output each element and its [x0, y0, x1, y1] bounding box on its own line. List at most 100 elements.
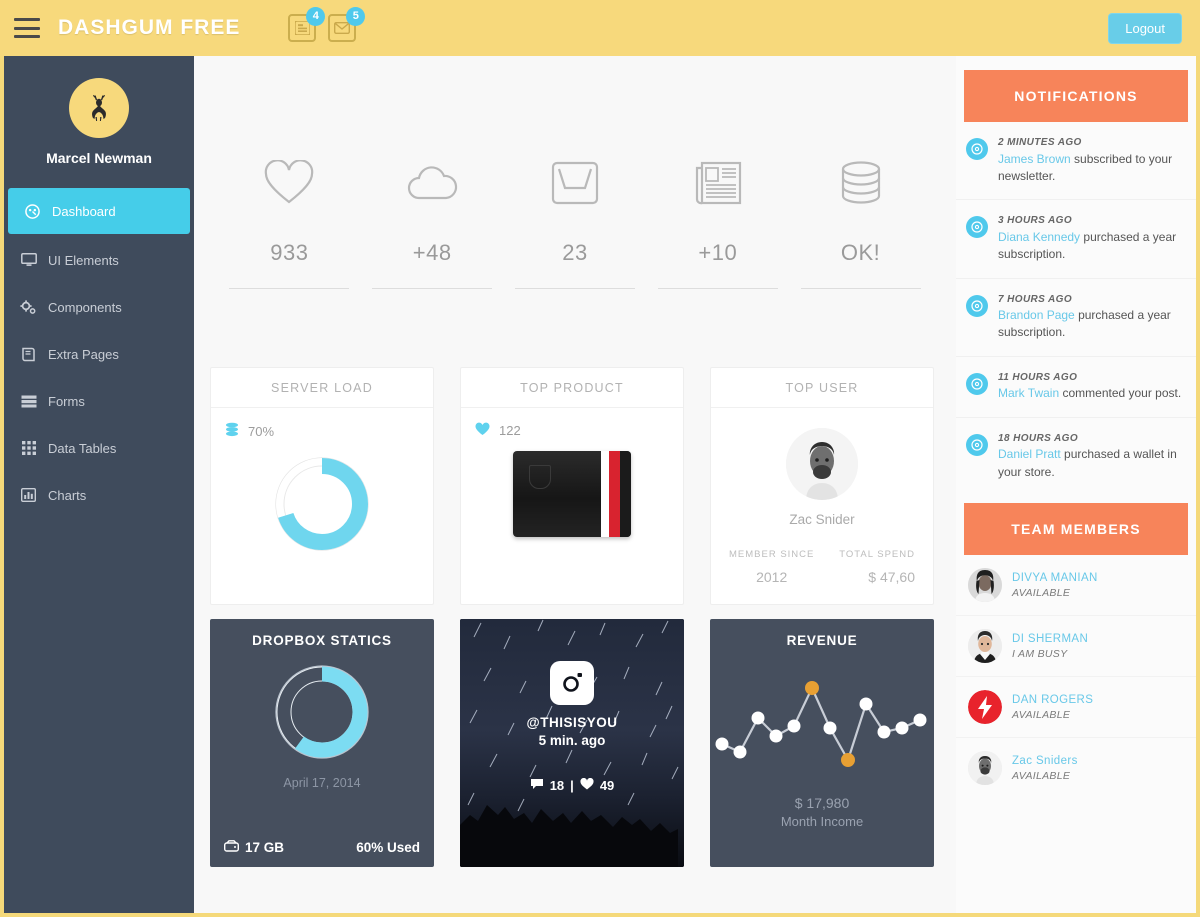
sidebar-item-components[interactable]: Components	[4, 286, 194, 328]
avatar[interactable]	[69, 78, 129, 138]
sidebar-item-ui-elements[interactable]: UI Elements	[4, 239, 194, 281]
instagram-icon[interactable]	[550, 661, 594, 705]
clock-icon	[966, 216, 988, 239]
notification-user[interactable]: James Brown	[998, 152, 1071, 166]
team-member-status: I AM BUSY	[1012, 647, 1068, 660]
revenue-line-chart	[710, 666, 934, 781]
tasks-button[interactable]: 4	[288, 7, 326, 42]
sidebar-item-forms[interactable]: Forms	[4, 380, 194, 422]
sidebar-item-extra-pages[interactable]: Extra Pages	[4, 333, 194, 375]
dropbox-used-value: 60% Used	[356, 840, 420, 855]
instagram-username: @THISISYOU	[526, 715, 618, 730]
stat-item[interactable]: +48	[372, 152, 493, 289]
dashboard-page: DASHGUM FREE 4 5 Logout Marcel Newman Da…	[0, 0, 1200, 917]
total-spend-label: TOTAL SPEND	[839, 549, 915, 560]
team-member-info: DAN ROGERS AVAILABLE	[1012, 694, 1093, 721]
notification-user[interactable]: Mark Twain	[998, 386, 1059, 400]
revenue-amount: $ 17,980	[794, 795, 850, 811]
team-member-status: AVAILABLE	[1012, 769, 1071, 782]
instagram-separator: |	[570, 778, 574, 793]
avatar	[968, 690, 1002, 725]
notification-user[interactable]: Daniel Pratt	[998, 447, 1061, 461]
red-flash-logo	[968, 690, 1002, 725]
stat-value: +48	[412, 240, 452, 265]
white-cards-row: SERVER LOAD 70% TOP PRODUCT 122 TOP USER…	[194, 289, 956, 605]
divider	[372, 288, 493, 289]
bar-chart-icon	[20, 488, 37, 502]
messages-badge: 5	[346, 7, 366, 26]
logout-button[interactable]: Logout	[1108, 13, 1182, 44]
cloud-icon	[372, 152, 492, 214]
wallet-red-stripe	[609, 451, 620, 537]
notification-time: 3 HOURS AGO	[998, 215, 1073, 227]
sidebar-item-label: Dashboard	[52, 203, 116, 219]
team-member-item[interactable]: DAN ROGERS AVAILABLE	[956, 677, 1196, 739]
avatar	[968, 751, 1002, 786]
notification-text: 3 HOURS AGO Diana Kennedy purchased a ye…	[998, 214, 1184, 263]
sidebar-item-label: UI Elements	[48, 252, 119, 268]
top-bar: DASHGUM FREE 4 5 Logout	[0, 0, 1200, 56]
clock-icon	[966, 138, 988, 160]
notification-item[interactable]: 7 HOURS AGO Brandon Page purchased a yea…	[956, 279, 1196, 357]
notification-text: 7 HOURS AGO Brandon Page purchased a yea…	[998, 293, 1184, 342]
dropbox-donut	[210, 656, 434, 768]
stat-value: 23	[562, 240, 588, 265]
notification-item[interactable]: 3 HOURS AGO Diana Kennedy purchased a ye…	[956, 200, 1196, 279]
stat-item[interactable]: +10	[657, 152, 778, 289]
dropbox-storage: 17 GB	[223, 840, 285, 855]
server-load-card: SERVER LOAD 70%	[210, 367, 434, 605]
notification-item[interactable]: 18 HOURS AGO Daniel Pratt purchased a wa…	[956, 418, 1196, 495]
avatar	[968, 629, 1002, 664]
team-member-name: DIVYA MANIAN	[1012, 571, 1098, 584]
database-icon	[225, 422, 239, 440]
gears-icon	[20, 299, 37, 315]
card-title: TOP USER	[711, 368, 933, 408]
product-image[interactable]	[475, 451, 669, 537]
server-load-percent: 70%	[248, 423, 275, 439]
team-member-item[interactable]: DI SHERMAN I AM BUSY	[956, 616, 1196, 678]
team-member-status: AVAILABLE	[1012, 708, 1071, 721]
team-member-item[interactable]: Zac Sniders AVAILABLE	[956, 738, 1196, 798]
notification-time: 11 HOURS AGO	[998, 371, 1078, 383]
team-member-status: AVAILABLE	[1012, 586, 1071, 599]
top-user-card: TOP USER Zac Snider MEMBER SINCE 2012 TO…	[710, 367, 934, 605]
notification-item[interactable]: 2 MINUTES AGO James Brown subscribed to …	[956, 122, 1196, 201]
sidebar-item-charts[interactable]: Charts	[4, 474, 194, 516]
notification-user[interactable]: Diana Kennedy	[998, 230, 1080, 244]
card-title: SERVER LOAD	[211, 368, 433, 408]
messages-button[interactable]: 5	[328, 7, 366, 42]
wallet-edge	[620, 451, 631, 537]
sidebar-item-label: Extra Pages	[48, 346, 119, 362]
notification-item[interactable]: 11 HOURS AGO Mark Twain commented your p…	[956, 357, 1196, 418]
hamburger-icon[interactable]	[14, 18, 40, 38]
sidebar-username: Marcel Newman	[46, 150, 152, 166]
top-user-avatar[interactable]	[786, 428, 858, 500]
server-load-donut	[225, 448, 419, 560]
member-since-block: MEMBER SINCE 2012	[729, 549, 814, 585]
book-icon	[20, 347, 37, 362]
sidebar-item-label: Forms	[48, 393, 85, 409]
woman-photo	[968, 568, 1002, 603]
team-member-name: DI SHERMAN	[1012, 632, 1089, 645]
envelope-icon	[334, 22, 351, 34]
instagram-meta: 18 | 49	[460, 777, 684, 793]
stat-item[interactable]: OK!	[800, 152, 921, 289]
dropbox-date: April 17, 2014	[283, 776, 361, 790]
team-member-item[interactable]: DIVYA MANIAN AVAILABLE	[956, 555, 1196, 617]
right-panel: NOTIFICATIONS 2 MINUTES AGO James Brown …	[956, 56, 1196, 913]
stat-item[interactable]: 933	[229, 152, 350, 289]
sidebar-item-data-tables[interactable]: Data Tables	[4, 427, 194, 469]
stat-item[interactable]: 23	[514, 152, 635, 289]
notification-user[interactable]: Brandon Page	[998, 308, 1075, 322]
monitor-icon	[20, 253, 37, 267]
sidebar-item-dashboard[interactable]: Dashboard	[8, 188, 190, 234]
grid-icon	[20, 441, 37, 455]
divider	[229, 288, 350, 289]
clock-icon	[966, 433, 988, 456]
database-icon	[801, 152, 921, 214]
dropbox-storage-value: 17 GB	[245, 840, 285, 855]
instagram-comments: 18	[549, 778, 565, 793]
stat-value: +10	[698, 240, 738, 265]
dropbox-title: DROPBOX STATICS	[252, 633, 392, 648]
stat-value: 933	[270, 240, 309, 265]
